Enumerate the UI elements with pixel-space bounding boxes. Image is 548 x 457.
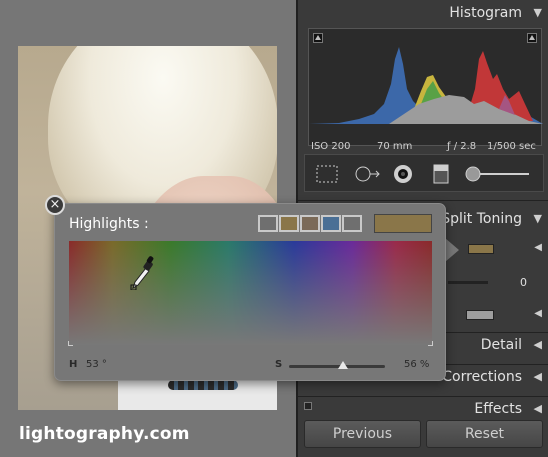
exif-shutter: 1/500 sec: [487, 141, 536, 152]
hue-label: H: [69, 359, 78, 370]
red-eye-icon[interactable]: [391, 163, 415, 185]
highlights-hue-swatch[interactable]: [468, 244, 494, 254]
histogram-graph: ISO 200 70 mm ƒ / 2.8 1/500 sec: [308, 28, 543, 152]
row-expand-icon[interactable]: ◀: [534, 308, 542, 319]
current-color-swatch: [374, 214, 432, 233]
popup-title: Highlights :: [69, 216, 149, 232]
panel-divider: [298, 396, 548, 397]
color-swatch[interactable]: [300, 215, 320, 232]
saturation-label: S: [275, 359, 283, 370]
bottom-buttons: Previous Reset: [302, 420, 546, 450]
eyedropper-icon[interactable]: [130, 254, 156, 294]
exif-iso: ISO 200: [311, 141, 351, 152]
hue-value[interactable]: 53 °: [86, 359, 107, 370]
detail-title: Detail: [480, 337, 522, 353]
reset-button[interactable]: Reset: [426, 420, 543, 448]
photo-collar-area: [168, 380, 238, 390]
split-toning-title: Split Toning: [441, 211, 522, 227]
saturation-slider-thumb[interactable]: [337, 361, 348, 369]
expand-triangle-icon[interactable]: ◀: [534, 398, 542, 420]
shadows-hue-swatch[interactable]: [466, 310, 494, 320]
field-corner-mark: [428, 341, 433, 346]
color-swatch[interactable]: [258, 215, 278, 232]
previous-button[interactable]: Previous: [304, 420, 421, 448]
histogram-panel-header[interactable]: Histogram ▼: [298, 2, 548, 24]
spot-removal-icon[interactable]: [353, 163, 380, 185]
highlight-clipping-icon[interactable]: [527, 33, 537, 43]
close-popup-icon[interactable]: ×: [45, 195, 65, 215]
saturation-slider[interactable]: [289, 361, 385, 369]
hue-saturation-field[interactable]: [68, 241, 433, 346]
tool-strip: [304, 154, 544, 192]
crop-overlay-icon[interactable]: [315, 163, 339, 185]
adjustment-brush-icon[interactable]: [463, 163, 533, 185]
hue-saturation-readout: H 53 ° S 56 %: [69, 359, 432, 373]
expand-triangle-icon[interactable]: ◀: [534, 366, 542, 388]
effects-title: Effects: [474, 401, 522, 417]
histogram-svg: [309, 47, 543, 124]
histogram-title: Histogram: [449, 5, 522, 21]
effects-panel-header[interactable]: Effects ◀: [298, 398, 548, 420]
exif-aperture: ƒ / 2.8: [447, 141, 477, 152]
color-swatch[interactable]: [279, 215, 299, 232]
color-swatch[interactable]: [321, 215, 341, 232]
balance-slider-track[interactable]: [448, 281, 488, 284]
shadow-clipping-icon[interactable]: [313, 33, 323, 43]
row-expand-icon[interactable]: ◀: [534, 242, 542, 253]
graduated-filter-icon[interactable]: [429, 163, 453, 185]
saturation-value[interactable]: 56 %: [404, 359, 429, 370]
collapse-triangle-icon[interactable]: ▼: [534, 208, 542, 230]
balance-value[interactable]: 0: [520, 276, 527, 289]
color-swatch[interactable]: [342, 215, 362, 232]
collapse-triangle-icon[interactable]: ▼: [534, 2, 542, 24]
field-corner-mark: [68, 341, 73, 346]
expand-triangle-icon[interactable]: ◀: [534, 334, 542, 356]
popup-pointer-arrow: [445, 238, 459, 262]
highlights-color-picker-popup: Highlights : H 53 ° S 56 %: [54, 203, 446, 381]
panel-divider: [298, 200, 548, 201]
exif-focal-length: 70 mm: [377, 141, 413, 152]
watermark-text: lightography.com: [19, 424, 190, 444]
